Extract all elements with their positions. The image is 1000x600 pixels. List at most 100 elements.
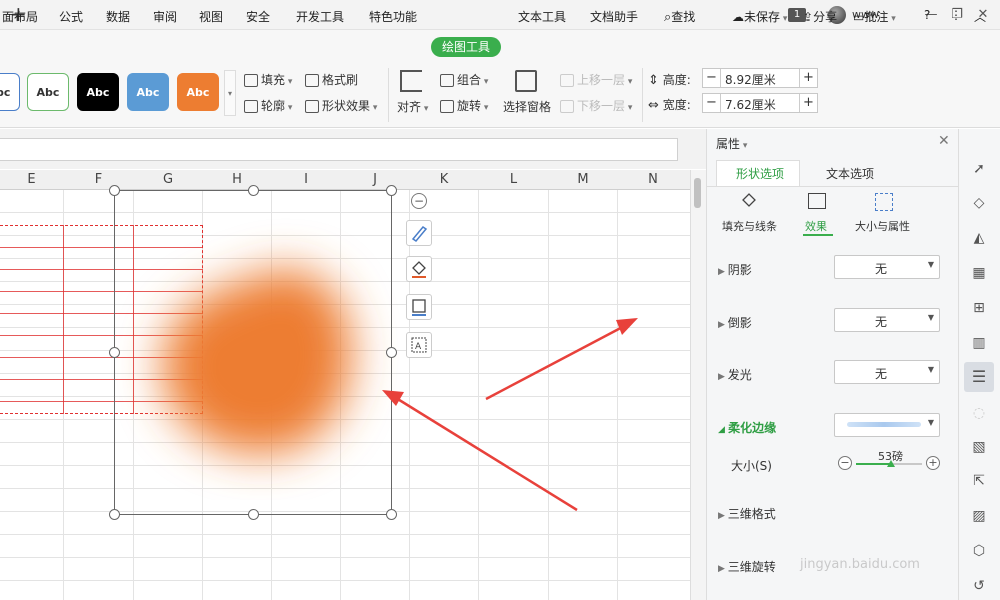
shape-style-blue[interactable]: Abc [127,73,169,111]
menu-text-tools[interactable]: 文本工具 [518,8,566,25]
shape-style-orange[interactable]: Abc [177,73,219,111]
width-decrement-button[interactable]: − [703,94,721,112]
3d-rotation-section-toggle[interactable]: ▶ 三维旋转 [718,558,776,575]
outline-button[interactable]: 轮廓 ▾ [244,97,292,114]
column-header[interactable]: I [272,170,340,190]
annotate-button[interactable]: ▭批注 ▾ [853,8,896,25]
share-button[interactable]: ⇪分享 [803,8,837,25]
3d-format-section-toggle[interactable]: ▶ 三维格式 [718,505,776,522]
collapse-quick-toolbar-button[interactable]: − [411,193,427,209]
selection-pane-button[interactable]: 选择窗格 [503,98,551,115]
height-decrement-button[interactable]: − [703,69,721,87]
formula-input[interactable] [0,138,678,161]
panel-title[interactable]: 属性 ▾ [716,135,747,152]
menu-view[interactable]: 视图 [199,8,223,25]
menu-doc-assistant[interactable]: 文档助手 [590,8,638,25]
soft-edges-dropdown[interactable]: ▼ [834,413,940,437]
menu-security[interactable]: 安全 [246,8,270,25]
rotate-button[interactable]: 旋转 ▾ [440,97,488,114]
reflection-dropdown[interactable]: 无 ▼ [834,308,940,332]
menu-review[interactable]: 审阅 [153,8,177,25]
shadow-section-toggle[interactable]: ▶ 阴影 [718,261,752,278]
format-painter-label: 格式刷 [322,73,359,87]
soft-edges-section-toggle[interactable]: ◢ 柔化边缘 [718,419,776,436]
unsaved-button[interactable]: ☁未保存 ▾ [732,8,787,25]
menu-special[interactable]: 特色功能 [369,8,417,25]
shape-effects-button[interactable]: 形状效果 ▾ [305,97,377,114]
fill-bucket-icon [412,261,426,278]
select-cursor-icon[interactable]: ➚ [968,158,990,180]
subtab-effects[interactable]: 效果 [805,218,827,234]
shape-style-black[interactable]: Abc [77,73,119,111]
quick-style-button[interactable] [406,220,432,246]
menu-page-layout[interactable]: 面布局 [2,8,38,25]
resize-handle[interactable] [109,347,120,358]
width-value[interactable]: 7.62厘米 [725,96,776,113]
menu-data[interactable]: 数据 [106,8,130,25]
resize-handle[interactable] [248,185,259,196]
column-header[interactable]: N [618,170,688,190]
size-increment-button[interactable]: + [926,456,940,470]
column-header[interactable]: J [341,170,409,190]
resize-handle[interactable] [109,185,120,196]
image-edit-icon[interactable]: ▧ [968,436,990,458]
glow-section-toggle[interactable]: ▶ 发光 [718,366,752,383]
subtab-size-properties[interactable]: 大小与属性 [855,218,910,234]
annotation-arrow [387,391,578,512]
subtab-fill-line[interactable]: 填充与线条 [722,218,777,234]
menu-find[interactable]: ⌕查找 [664,8,695,25]
menu-formulas[interactable]: 公式 [59,8,83,25]
size-decrement-button[interactable]: − [838,456,852,470]
shape-style-outline-green[interactable]: Abc [27,73,69,111]
shapes-icon[interactable]: ◇ [968,192,990,214]
magic-icon[interactable]: ◌ [968,402,990,424]
width-label-text: 宽度: [662,98,691,112]
badge-icon[interactable]: ⬡ [968,540,990,562]
width-increment-button[interactable]: + [799,94,817,112]
group-button[interactable]: 组合 ▾ [440,71,488,88]
height-input[interactable]: − 8.92厘米 + [702,68,818,88]
quick-fill-button[interactable] [406,256,432,282]
shadow-dropdown[interactable]: 无 ▼ [834,255,940,279]
menu-drawing-tools[interactable]: 绘图工具 [431,37,501,57]
glow-dropdown[interactable]: 无 ▼ [834,360,940,384]
menu-developer[interactable]: 开发工具 [296,8,344,25]
height-increment-button[interactable]: + [799,69,817,87]
table-icon[interactable]: ▦ [968,262,990,284]
column-header[interactable]: H [203,170,271,190]
selection-frame[interactable] [114,190,392,515]
height-value[interactable]: 8.92厘米 [725,71,776,88]
column-header[interactable]: M [549,170,617,190]
fill-bucket-icon[interactable]: ◭ [968,227,990,249]
format-painter-button[interactable]: 格式刷 [305,71,358,88]
column-header[interactable]: G [134,170,202,190]
resize-handle[interactable] [248,509,259,520]
vertical-scrollbar[interactable] [690,170,706,600]
style-gallery-expand-button[interactable]: ▾ [224,70,236,116]
fill-button[interactable]: 填充 ▾ [244,71,292,88]
collapse-ribbon-button[interactable]: ︿ [974,8,986,25]
column-header[interactable]: F [64,170,133,190]
close-icon[interactable]: ✕ [938,133,950,149]
export-icon[interactable]: ⇱ [968,470,990,492]
shape-style-outline-blue[interactable]: Abc [0,73,20,111]
column-header[interactable]: L [479,170,548,190]
history-icon[interactable]: ↺ [968,575,990,597]
chevron-right-icon: ▶ [718,511,728,521]
resize-handle[interactable] [386,185,397,196]
align-button[interactable]: 对齐 ▾ [397,98,428,115]
tab-text-options[interactable]: 文本选项 [826,165,874,182]
bring-forward-button[interactable]: 上移一层 ▾ [560,71,632,88]
resize-handle[interactable] [109,509,120,520]
column-header[interactable]: E [0,170,63,190]
width-input[interactable]: − 7.62厘米 + [702,93,818,113]
picture-icon[interactable]: ▨ [968,505,990,527]
help-button[interactable]: ? [924,8,930,22]
grid-icon[interactable]: ⊞ [968,297,990,319]
reflection-section-toggle[interactable]: ▶ 倒影 [718,314,752,331]
scrollbar-thumb[interactable] [694,178,701,208]
more-button[interactable]: ⋮ [950,8,962,22]
chart-icon[interactable]: ▥ [968,332,990,354]
send-backward-button[interactable]: 下移一层 ▾ [560,97,632,114]
column-header[interactable]: K [410,170,478,190]
